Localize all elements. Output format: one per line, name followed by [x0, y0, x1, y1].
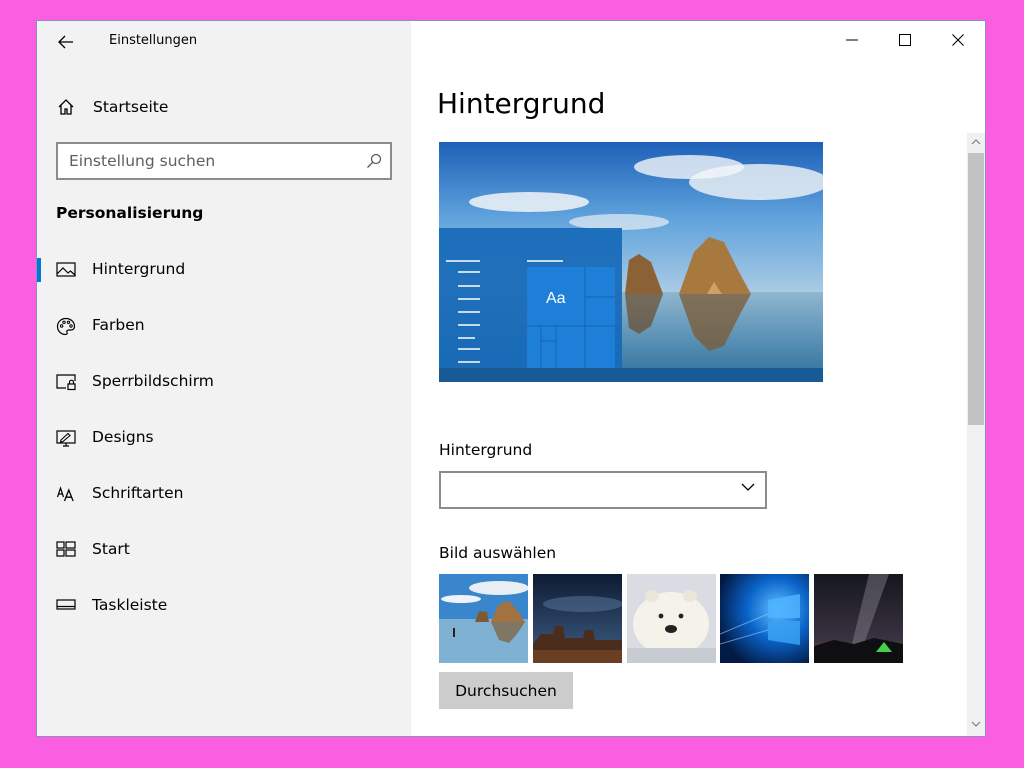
thumbnail-milky-way-camping[interactable]: [814, 574, 903, 663]
minimize-icon: [846, 39, 858, 41]
home-nav-item[interactable]: Startseite: [37, 89, 411, 125]
milky-way-image: [814, 574, 903, 663]
settings-window: Einstellungen Startseite Einstellung suc…: [37, 21, 985, 736]
maximize-button[interactable]: [882, 27, 928, 53]
sidebar-item-label: Taskleiste: [92, 596, 168, 614]
scrollbar-thumb[interactable]: [968, 153, 984, 425]
maximize-icon: [899, 34, 911, 46]
thumbnail-polar-bear[interactable]: [627, 574, 716, 663]
search-icon[interactable]: [366, 153, 382, 169]
beach-rock-image: [439, 574, 528, 663]
back-arrow-icon: [58, 35, 73, 49]
app-title: Einstellungen: [109, 33, 198, 48]
sidebar-item-label: Designs: [92, 428, 154, 446]
search-placeholder: Einstellung suchen: [69, 152, 216, 170]
back-button[interactable]: [49, 27, 83, 57]
sidebar-item-label: Start: [92, 540, 130, 558]
windows-logo-image: [720, 574, 809, 663]
home-icon: [58, 99, 74, 115]
sidebar-item-label: Sperrbildschirm: [92, 372, 214, 390]
start-icon: [56, 541, 76, 557]
sidebar-item-farben[interactable]: Farben: [37, 306, 411, 346]
picture-icon: [56, 262, 76, 277]
background-type-dropdown[interactable]: [439, 471, 767, 509]
background-type-label: Hintergrund: [439, 441, 533, 459]
scroll-up-arrow-icon[interactable]: [971, 138, 981, 145]
content-pane: Hintergrund Aa Hintergrund Bild auswähle…: [411, 21, 985, 736]
desktop-preview: Aa: [439, 142, 823, 382]
sidebar-item-start[interactable]: Start: [37, 530, 411, 570]
sidebar-item-taskleiste[interactable]: Taskleiste: [37, 586, 411, 626]
palette-icon: [56, 317, 76, 336]
lock-screen-icon: [56, 374, 76, 391]
search-input[interactable]: Einstellung suchen: [56, 142, 392, 180]
sidebar-item-designs[interactable]: Designs: [37, 418, 411, 458]
desert-night-image: [533, 574, 622, 663]
sidebar-item-label: Schriftarten: [92, 484, 184, 502]
sidebar-item-sperrbildschirm[interactable]: Sperrbildschirm: [37, 362, 411, 402]
close-button[interactable]: [935, 27, 981, 53]
polar-bear-image: [627, 574, 716, 663]
vertical-scrollbar[interactable]: [967, 133, 985, 736]
sidebar: Einstellungen Startseite Einstellung suc…: [37, 21, 411, 736]
sidebar-item-label: Farben: [92, 316, 145, 334]
sidebar-item-hintergrund[interactable]: Hintergrund: [37, 250, 411, 290]
thumbnail-beach-rock-arch[interactable]: [439, 574, 528, 663]
sidebar-item-label: Hintergrund: [92, 260, 186, 278]
fonts-icon: [56, 486, 74, 502]
home-label: Startseite: [93, 98, 169, 116]
chevron-down-icon: [741, 483, 755, 491]
thumbnail-desert-night-sky[interactable]: [533, 574, 622, 663]
taskbar-icon: [56, 599, 76, 610]
browse-button[interactable]: Durchsuchen: [439, 672, 573, 709]
section-title: Personalisierung: [56, 204, 204, 222]
choose-image-label: Bild auswählen: [439, 544, 557, 562]
themes-icon: [56, 430, 76, 447]
minimize-button[interactable]: [829, 27, 875, 53]
thumbnail-windows-logo-light[interactable]: [720, 574, 809, 663]
scroll-down-arrow-icon[interactable]: [971, 721, 981, 728]
close-icon: [952, 34, 964, 46]
page-title: Hintergrund: [437, 87, 606, 120]
preview-tile-text: Aa: [546, 290, 566, 307]
preview-wallpaper: Aa: [439, 142, 823, 382]
sidebar-item-schriftarten[interactable]: Schriftarten: [37, 474, 411, 514]
selection-indicator: [37, 258, 41, 282]
